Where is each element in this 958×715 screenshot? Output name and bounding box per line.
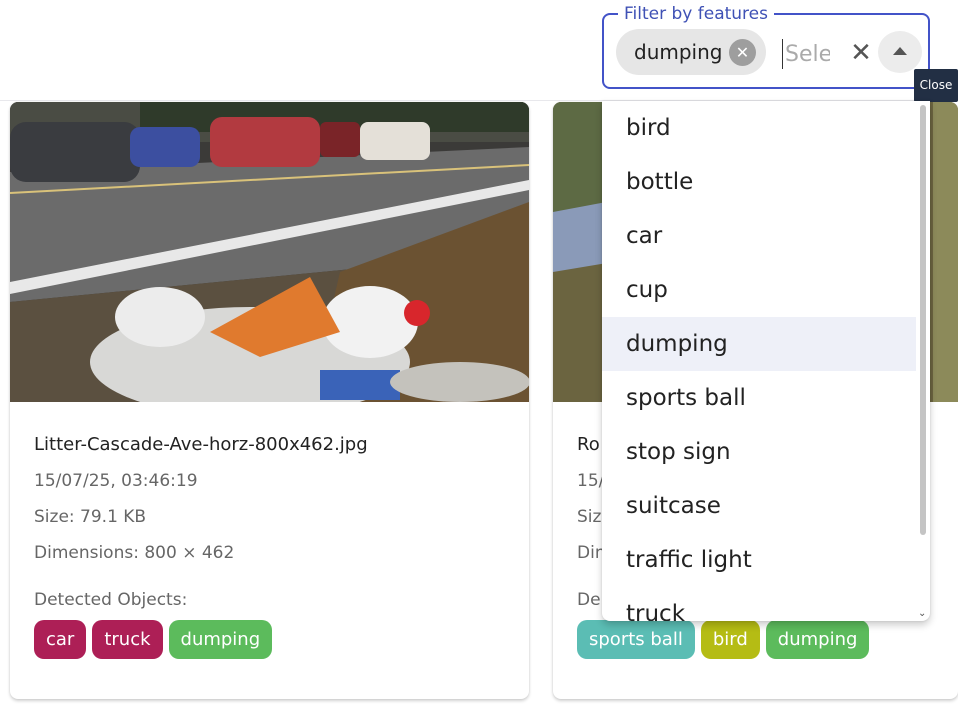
tag-sports-ball: sports ball — [577, 620, 695, 659]
image-card[interactable]: Litter-Cascade-Ave-horz-800x462.jpg 15/0… — [10, 102, 529, 699]
option-suitcase[interactable]: suitcase — [602, 479, 916, 533]
tag-car: car — [34, 620, 87, 659]
option-cup[interactable]: cup — [602, 263, 916, 317]
option-bird[interactable]: bird — [602, 101, 916, 155]
option-truck[interactable]: truck — [602, 587, 916, 621]
dimensions: Dimensions: 800 × 462 — [34, 543, 235, 563]
tag-bird: bird — [700, 620, 760, 659]
chip-delete-icon[interactable]: ✕ — [729, 39, 756, 66]
tag-dumping: dumping — [765, 620, 870, 659]
card-details: Litter-Cascade-Ave-horz-800x462.jpg 15/0… — [34, 432, 529, 659]
options-listbox[interactable]: bird bottle car cup dumping sports ball … — [602, 101, 930, 621]
option-sports-ball[interactable]: sports ball — [602, 371, 916, 425]
scroll-down-icon[interactable]: ⌄ — [918, 608, 926, 619]
filter-label: Filter by features — [618, 4, 774, 24]
detected-objects-label: Detected Objects: — [34, 590, 188, 610]
scrollbar-thumb[interactable] — [920, 105, 926, 535]
clear-icon[interactable]: ✕ — [846, 38, 876, 68]
tag-list: sports ball bird dumping — [577, 620, 958, 659]
file-size: Size: 79.1 KB — [34, 507, 147, 527]
option-bottle[interactable]: bottle — [602, 155, 916, 209]
tooltip: Close — [914, 69, 958, 102]
option-dumping[interactable]: dumping — [602, 317, 916, 371]
filter-input[interactable] — [782, 39, 830, 69]
arrow-up-icon — [893, 47, 907, 55]
tag-dumping: dumping — [168, 620, 273, 659]
option-stop-sign[interactable]: stop sign — [602, 425, 916, 479]
selected-chip[interactable]: dumping ✕ — [616, 29, 766, 75]
option-car[interactable]: car — [602, 209, 916, 263]
tag-truck: truck — [92, 620, 163, 659]
card-image — [10, 102, 529, 402]
file-name: Litter-Cascade-Ave-horz-800x462.jpg — [34, 434, 368, 455]
tag-list: car truck dumping — [34, 620, 529, 659]
scrollbar[interactable]: ⌄ — [916, 101, 928, 621]
timestamp: 15/07/25, 03:46:19 — [34, 471, 198, 491]
filter-autocomplete[interactable]: Filter by features dumping ✕ ✕ — [602, 4, 930, 89]
close-popup-button[interactable] — [878, 31, 922, 73]
option-traffic-light[interactable]: traffic light — [602, 533, 916, 587]
chip-label: dumping — [634, 40, 723, 64]
